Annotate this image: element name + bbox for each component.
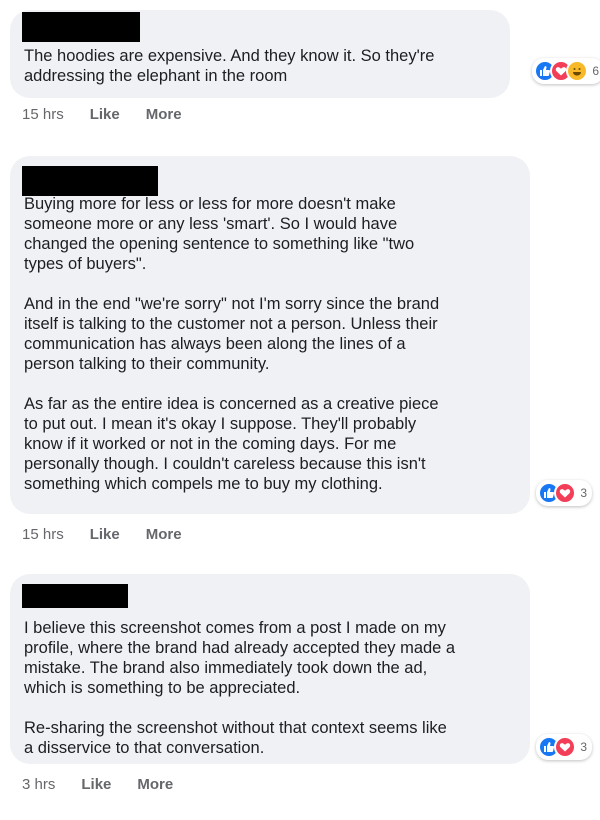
reaction-count: 3 xyxy=(580,740,587,754)
comment-text: The hoodies are expensive. And they know… xyxy=(24,47,435,85)
haha-icon xyxy=(566,60,589,82)
comment-bubble: Buying more for less or less for more do… xyxy=(10,156,592,514)
comment-text: Re-sharing the screenshot without that c… xyxy=(24,719,447,757)
reaction-summary[interactable]: 3 xyxy=(536,734,592,760)
redacted-author-name xyxy=(22,584,128,608)
reaction-count: 6 xyxy=(592,64,599,78)
comment-text: And in the end "we're sorry" not I'm sor… xyxy=(24,295,440,373)
more-link[interactable]: More xyxy=(137,776,173,793)
like-link[interactable]: Like xyxy=(90,526,120,543)
redacted-author-name xyxy=(22,166,158,196)
love-icon xyxy=(554,736,577,758)
comment-text: I believe this screenshot comes from a p… xyxy=(24,619,456,697)
comment-time[interactable]: 15 hrs xyxy=(22,526,64,543)
more-link[interactable]: More xyxy=(146,106,182,123)
comment-3: I believe this screenshot comes from a p… xyxy=(10,574,592,764)
comment-time[interactable]: 3 hrs xyxy=(22,776,55,793)
comment-1: The hoodies are expensive. And they know… xyxy=(10,10,600,98)
like-link[interactable]: Like xyxy=(90,106,120,123)
comment-actions: 15 hrs Like More xyxy=(22,526,208,543)
comment-text: Buying more for less or less for more do… xyxy=(24,195,415,273)
love-icon xyxy=(554,482,577,504)
comment-bubble: I believe this screenshot comes from a p… xyxy=(10,574,592,764)
reaction-summary[interactable]: 6 xyxy=(532,58,600,84)
redacted-author-name xyxy=(22,12,140,42)
reaction-summary[interactable]: 3 xyxy=(536,480,592,506)
comment-text: As far as the entire idea is concerned a… xyxy=(24,395,439,493)
comment-bubble: The hoodies are expensive. And they know… xyxy=(10,10,600,98)
comment-actions: 15 hrs Like More xyxy=(22,106,208,123)
more-link[interactable]: More xyxy=(146,526,182,543)
comment-2: Buying more for less or less for more do… xyxy=(10,156,592,514)
comment-actions: 3 hrs Like More xyxy=(22,776,199,793)
reaction-count: 3 xyxy=(580,486,587,500)
like-link[interactable]: Like xyxy=(81,776,111,793)
comment-time[interactable]: 15 hrs xyxy=(22,106,64,123)
